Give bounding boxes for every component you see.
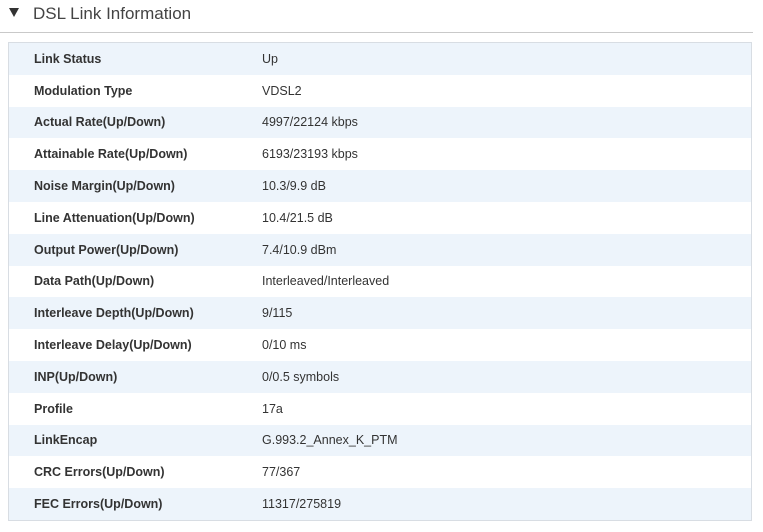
- table-row: Actual Rate(Up/Down) 4997/22124 kbps: [8, 106, 752, 139]
- row-value: Interleaved/Interleaved: [262, 265, 752, 298]
- row-value: Up: [262, 42, 752, 75]
- table-row: Data Path(Up/Down) Interleaved/Interleav…: [8, 265, 752, 298]
- row-value: VDSL2: [262, 74, 752, 107]
- dsl-info-table: Link Status Up Modulation Type VDSL2 Act…: [8, 42, 752, 521]
- table-row: Output Power(Up/Down) 7.4/10.9 dBm: [8, 233, 752, 266]
- table-row: Modulation Type VDSL2: [8, 74, 752, 107]
- row-value: 9/115: [262, 297, 752, 330]
- table-row: CRC Errors(Up/Down) 77/367: [8, 456, 752, 489]
- table-row: FEC Errors(Up/Down) 11317/275819: [8, 488, 752, 521]
- row-value: 10.3/9.9 dB: [262, 170, 752, 202]
- row-value: 10.4/21.5 dB: [262, 201, 752, 234]
- row-value: G.993.2_Annex_K_PTM: [262, 424, 752, 457]
- row-label: FEC Errors(Up/Down): [8, 488, 262, 521]
- table-row: Noise Margin(Up/Down) 10.3/9.9 dB: [8, 170, 752, 202]
- row-value: 11317/275819: [262, 488, 752, 521]
- table-row: INP(Up/Down) 0/0.5 symbols: [8, 360, 752, 393]
- row-label: Link Status: [8, 42, 262, 75]
- section-header[interactable]: DSL Link Information: [0, 0, 763, 30]
- header-divider: [0, 32, 753, 33]
- table-row: Interleave Delay(Up/Down) 0/10 ms: [8, 329, 752, 361]
- row-value: 6193/23193 kbps: [262, 138, 752, 171]
- row-value: 4997/22124 kbps: [262, 106, 752, 139]
- section-title: DSL Link Information: [33, 4, 192, 23]
- table-row: LinkEncap G.993.2_Annex_K_PTM: [8, 424, 752, 457]
- row-value: 7.4/10.9 dBm: [262, 233, 752, 266]
- row-label: Noise Margin(Up/Down): [8, 170, 262, 202]
- row-value: 17a: [262, 392, 752, 425]
- row-label: Line Attenuation(Up/Down): [8, 201, 262, 234]
- row-label: Attainable Rate(Up/Down): [8, 138, 262, 171]
- row-label: Interleave Delay(Up/Down): [8, 329, 262, 361]
- table-row: Profile 17a: [8, 392, 752, 425]
- table-row: Interleave Depth(Up/Down) 9/115: [8, 297, 752, 330]
- row-label: Profile: [8, 392, 262, 425]
- triangle-down-icon[interactable]: [9, 8, 19, 17]
- row-value: 0/10 ms: [262, 329, 752, 361]
- row-label: Interleave Depth(Up/Down): [8, 297, 262, 330]
- row-label: Modulation Type: [8, 74, 262, 107]
- table-row: Line Attenuation(Up/Down) 10.4/21.5 dB: [8, 201, 752, 234]
- row-label: INP(Up/Down): [8, 360, 262, 393]
- row-value: 0/0.5 symbols: [262, 360, 752, 393]
- row-label: Actual Rate(Up/Down): [8, 106, 262, 139]
- table-row: Link Status Up: [8, 42, 752, 75]
- row-label: LinkEncap: [8, 424, 262, 457]
- row-label: Data Path(Up/Down): [8, 265, 262, 298]
- row-value: 77/367: [262, 456, 752, 489]
- table-row: Attainable Rate(Up/Down) 6193/23193 kbps: [8, 138, 752, 171]
- row-label: Output Power(Up/Down): [8, 233, 262, 266]
- row-label: CRC Errors(Up/Down): [8, 456, 262, 489]
